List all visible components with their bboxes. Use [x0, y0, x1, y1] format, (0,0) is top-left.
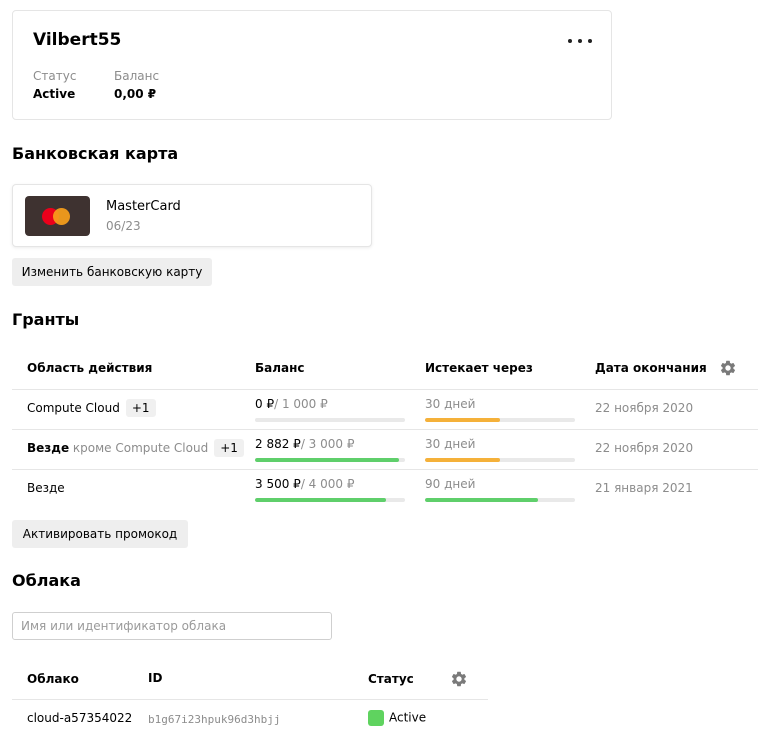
bank-card-section-title: Банковская карта	[12, 144, 179, 163]
clouds-header-divider	[12, 699, 488, 700]
grant-end-date: 21 января 2021	[595, 481, 693, 495]
grant-row-divider	[12, 429, 758, 430]
grant-balance: 3 500 ₽/ 4 000 ₽	[255, 477, 355, 491]
clouds-col-id: ID	[148, 671, 163, 685]
grant-end-date: 22 ноября 2020	[595, 401, 694, 415]
account-name: Vilbert55	[33, 30, 122, 50]
account-card: Vilbert55 Статус Active Баланс 0,00 ₽	[12, 10, 612, 120]
grant-scope: Везде	[27, 481, 65, 495]
grants-col-expires: Истекает через	[425, 361, 533, 375]
clouds-col-status: Статус	[368, 672, 414, 686]
grant-balance-bar	[255, 458, 405, 462]
clouds-col-name: Облако	[27, 672, 79, 686]
cloud-name[interactable]: cloud-a57354022	[27, 711, 132, 725]
gear-icon[interactable]	[450, 670, 468, 688]
more-horizontal-icon[interactable]	[568, 37, 592, 45]
grant-expires-bar	[425, 418, 575, 422]
status-indicator-icon	[368, 710, 384, 726]
cloud-id: b1g67i23hpuk96d3hbjj	[148, 713, 281, 726]
grant-balance-bar	[255, 498, 405, 502]
grant-expires-bar	[425, 498, 575, 502]
grant-expires: 90 дней	[425, 477, 476, 491]
activate-promo-button[interactable]: Активировать промокод	[12, 520, 188, 548]
grant-balance-bar	[255, 418, 405, 422]
grant-end-date: 22 ноября 2020	[595, 441, 694, 455]
grant-expires: 30 дней	[425, 437, 476, 451]
grant-balance: 2 882 ₽/ 3 000 ₽	[255, 437, 355, 451]
grant-extra-badge[interactable]: +1	[125, 399, 156, 417]
grants-header-divider	[12, 389, 758, 390]
grant-extra-badge[interactable]: +1	[214, 439, 244, 457]
card-expiry: 06/23	[106, 219, 141, 233]
grant-scope: Везде кроме Compute Cloud +1	[27, 439, 244, 457]
status-value: Active	[33, 87, 76, 101]
grants-section-title: Гранты	[12, 310, 80, 329]
card-brand: MasterCard	[106, 199, 181, 214]
grant-scope: Compute Cloud +1	[27, 399, 156, 417]
grants-col-balance: Баланс	[255, 361, 305, 375]
balance-label: Баланс	[114, 69, 160, 83]
status-label: Статус	[33, 69, 77, 83]
grant-expires: 30 дней	[425, 397, 476, 411]
grants-col-scope: Область действия	[27, 361, 153, 375]
grants-col-end-date: Дата окончания	[595, 361, 707, 375]
balance-value: 0,00 ₽	[114, 87, 157, 101]
grant-row-divider	[12, 469, 758, 470]
cloud-search-input[interactable]	[12, 612, 332, 640]
grant-balance: 0 ₽/ 1 000 ₽	[255, 397, 328, 411]
bank-card: MasterCard 06/23	[12, 184, 372, 247]
gear-icon[interactable]	[719, 359, 737, 377]
grant-expires-bar	[425, 458, 575, 462]
mastercard-logo-icon	[25, 196, 90, 236]
clouds-section-title: Облака	[12, 571, 81, 590]
change-card-button[interactable]: Изменить банковскую карту	[12, 258, 212, 286]
cloud-status: Active	[368, 710, 426, 726]
